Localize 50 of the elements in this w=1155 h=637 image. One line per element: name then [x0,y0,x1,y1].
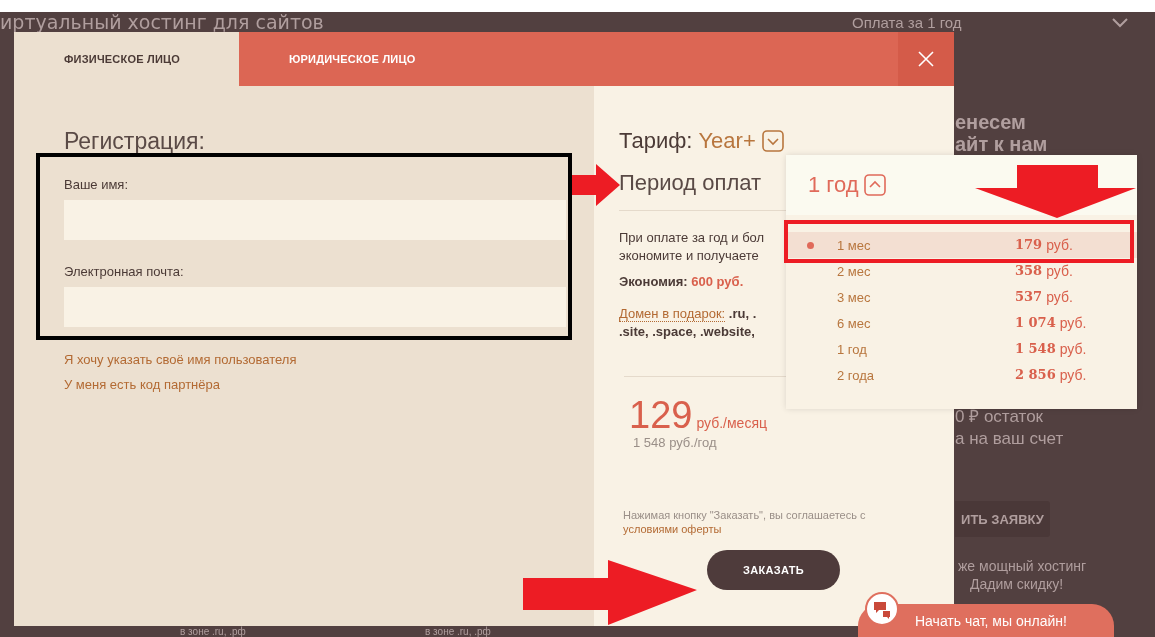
domain-list: .ru, . [728,306,757,321]
chat-button[interactable]: Начать чат, мы онлайн! [858,604,1114,637]
price-unit: руб./месяц [696,415,767,431]
gift-link[interactable]: Домен в подарок: [619,306,726,322]
close-icon [918,51,934,67]
tariff-name: Year+ [698,128,756,154]
note-text: Дадим скидку! [970,575,1064,593]
balance-text: 0 ₽ остаток [955,407,1044,427]
period-option[interactable]: 3 мес 537 руб. [786,284,1137,310]
selected-period: 1 год [808,172,859,198]
savings-label: Экономия: [619,274,688,289]
description-text: экономите и получаете [619,247,759,265]
close-button[interactable] [898,32,954,86]
period-option[interactable]: 2 года 2 856 руб. [786,362,1137,388]
period-option[interactable]: 1 год 1 548 руб. [786,336,1137,362]
link[interactable]: Я хочу указать своё имя пользователя [64,352,297,367]
period-option[interactable]: 2 мес 358 руб. [786,258,1137,284]
yearly-price: 1 548 руб./год [633,435,717,450]
domain-list: .site, .space, .website, [619,323,755,341]
period-label: Период оплат [619,170,762,196]
terms-link[interactable]: условиями оферты [623,523,722,535]
footer-text: в зоне .ru, .рф [425,626,491,637]
period-option[interactable]: 1 мес 179 руб. [786,232,1137,258]
arrow-drawing [572,164,620,206]
price-value: 129 [629,395,693,435]
description-text: При оплате за год и бол [619,229,765,247]
period-select[interactable]: Оплата за 1 год [852,14,1128,31]
chevron-down-icon[interactable] [761,130,784,152]
terms-text: Нажимая кнопку "Заказать", вы соглашаетесь с условиями оферты [623,508,867,536]
period-option[interactable]: 6 мес 1 074 руб. [786,310,1137,336]
tab[interactable]: ЮРИДИЧЕСКОЕ ЛИЦО [239,32,898,86]
order-button[interactable]: ЗАКАЗАТЬ [707,550,840,590]
note-text: же мощный хостинг [958,557,1087,575]
tariff-label: Тариф: [619,128,693,154]
field-label: Ваше имя: [64,177,129,192]
balance-text: а на ваш счет [955,429,1064,449]
field-label: Электронная почта: [64,264,184,279]
request-button[interactable]: ИТЬ ЗАЯВКУ [955,501,1050,537]
promo-text: енесем [955,111,1026,133]
footer-text: в зоне .ru, .рф [180,626,246,637]
link[interactable]: У меня есть код партнёра [64,377,220,392]
chevron-up-icon[interactable] [864,174,887,196]
bullet-icon [807,241,814,249]
savings-value: 600 руб. [691,274,744,289]
promo-text: айт к нам [955,133,1048,155]
form-title: Регистрация: [64,128,205,155]
tab[interactable]: ФИЗИЧЕСКОЕ ЛИЦО [14,32,239,86]
chat-icon[interactable] [865,592,899,626]
chevron-down-icon [1111,17,1128,28]
page-heading: иртуальный хостинг для сайтов [0,12,324,32]
